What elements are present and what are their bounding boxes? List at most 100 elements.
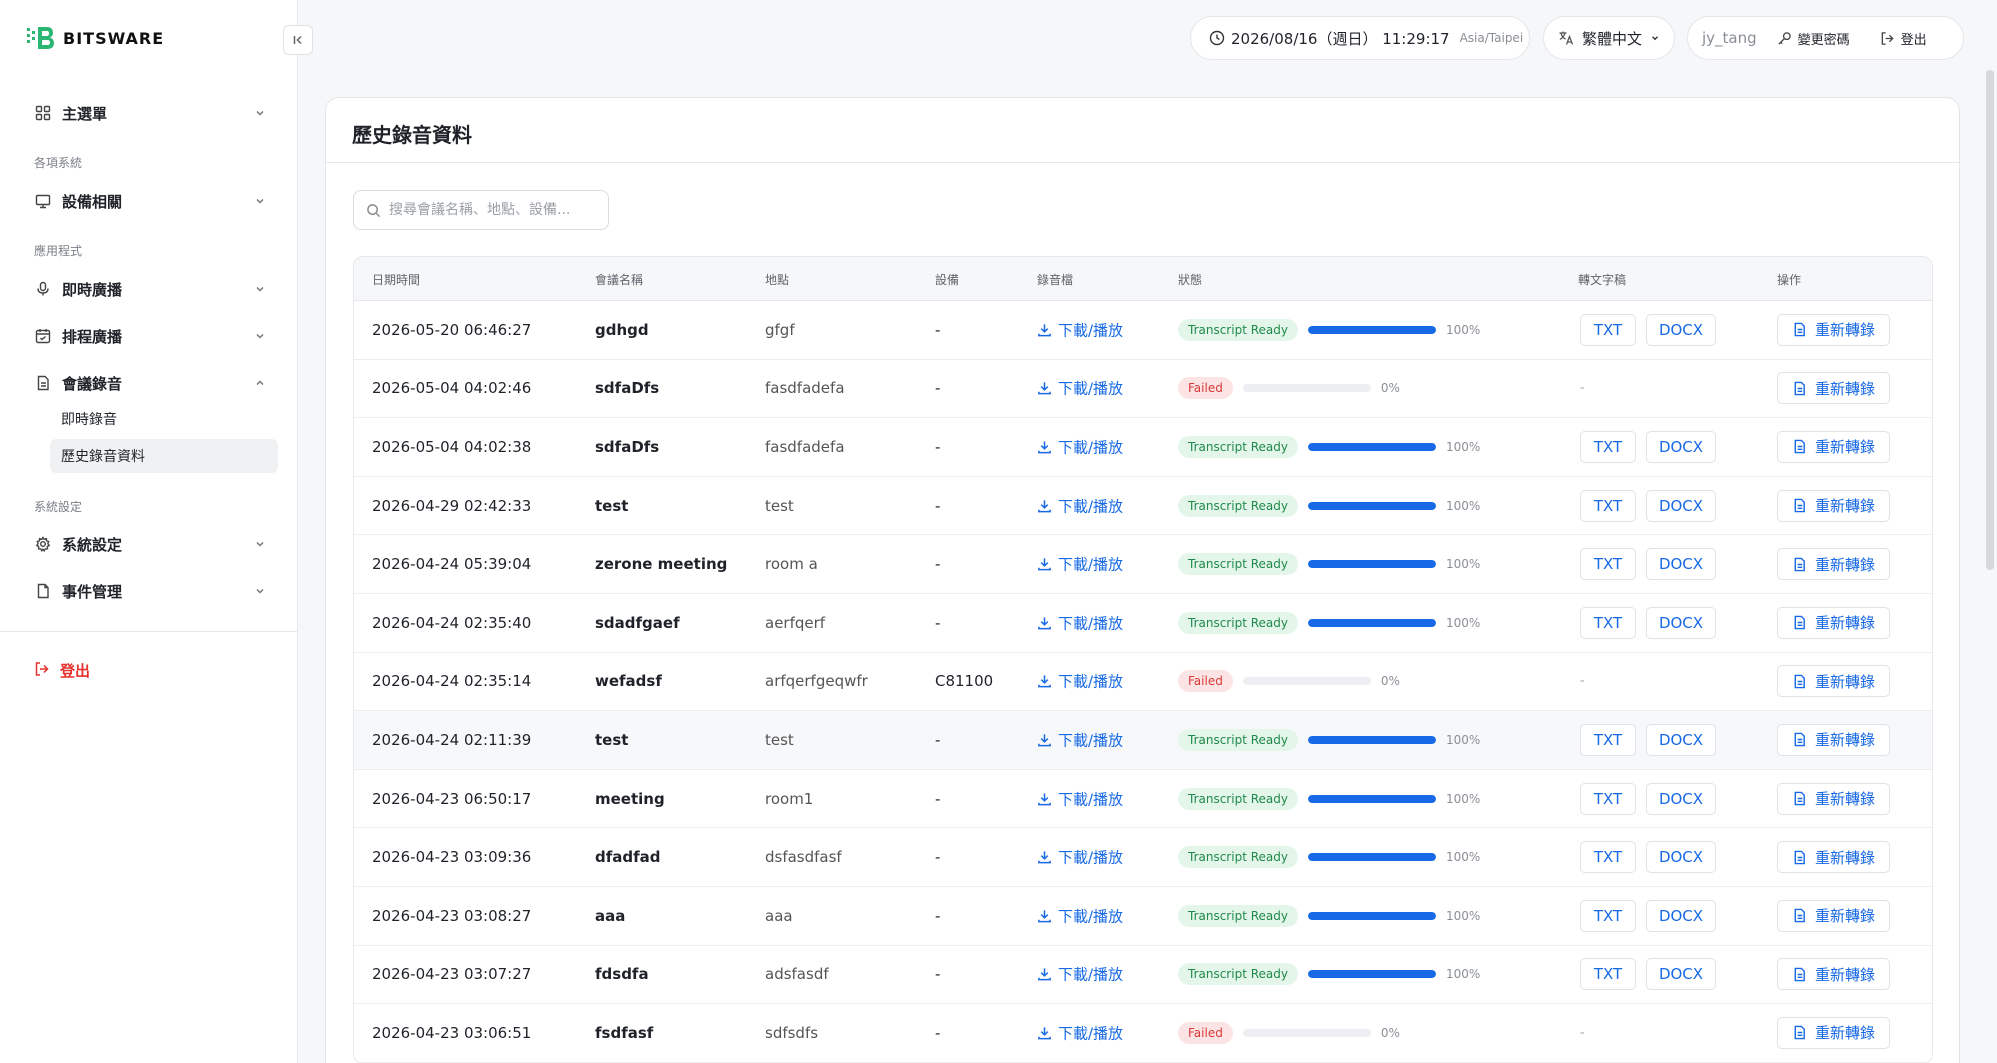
progress-percent: 0% bbox=[1380, 1025, 1400, 1040]
retranscribe-button[interactable]: 重新轉錄 bbox=[1777, 548, 1891, 581]
progress-percent: 100% bbox=[1445, 967, 1481, 982]
sidebar-item-event-management[interactable]: 事件管理 bbox=[22, 572, 278, 610]
docx-download-button[interactable]: DOCX bbox=[1646, 489, 1716, 522]
cell-datetime: 2026-04-24 02:11:39 bbox=[372, 730, 532, 749]
retranscribe-button[interactable]: 重新轉錄 bbox=[1777, 723, 1891, 756]
docx-download-button[interactable]: DOCX bbox=[1646, 958, 1716, 991]
txt-download-button[interactable]: TXT bbox=[1580, 723, 1636, 756]
txt-download-button[interactable]: TXT bbox=[1580, 430, 1636, 463]
document-icon bbox=[1794, 733, 1805, 747]
download-play-link[interactable]: 下載/播放 bbox=[1037, 436, 1123, 457]
cell-meeting-name: gdhgd bbox=[595, 320, 649, 339]
chevron-down-icon bbox=[254, 328, 266, 346]
transcript-cell: TXT DOCX bbox=[1580, 899, 1716, 932]
download-play-link[interactable]: 下載/播放 bbox=[1037, 964, 1123, 985]
download-play-link[interactable]: 下載/播放 bbox=[1037, 1022, 1123, 1043]
txt-download-button[interactable]: TXT bbox=[1580, 489, 1636, 522]
txt-download-button[interactable]: TXT bbox=[1580, 313, 1636, 346]
progress-fill bbox=[1307, 735, 1436, 744]
download-play-link[interactable]: 下載/播放 bbox=[1037, 905, 1123, 926]
sidebar-logout-button[interactable]: 登出 bbox=[34, 660, 90, 681]
docx-download-button[interactable]: DOCX bbox=[1646, 723, 1716, 756]
docx-download-button[interactable]: DOCX bbox=[1646, 841, 1716, 874]
retranscribe-button[interactable]: 重新轉錄 bbox=[1777, 372, 1891, 405]
txt-download-button[interactable]: TXT bbox=[1580, 782, 1636, 815]
download-play-link[interactable]: 下載/播放 bbox=[1037, 554, 1123, 575]
table-row: 2026-04-23 03:09:36 dfadfad dsfasdfasf - 下載/… bbox=[354, 828, 1932, 887]
download-play-link[interactable]: 下載/播放 bbox=[1037, 847, 1123, 868]
cell-datetime: 2026-04-29 02:42:33 bbox=[372, 496, 532, 515]
cell-location: gfgf bbox=[765, 320, 795, 339]
search-box bbox=[353, 190, 609, 230]
sidebar-item-devices[interactable]: 設備相關 bbox=[22, 182, 278, 220]
transcript-cell: TXT DOCX bbox=[1580, 489, 1716, 522]
txt-download-button[interactable]: TXT bbox=[1580, 958, 1636, 991]
datetime-display: 2026/08/16（週日） 11:29:17 Asia/Taipei bbox=[1190, 16, 1530, 60]
download-icon bbox=[1038, 617, 1051, 630]
brand-logo[interactable]: BITSWARE bbox=[27, 25, 164, 51]
download-play-link[interactable]: 下載/播放 bbox=[1037, 378, 1123, 399]
txt-download-button[interactable]: TXT bbox=[1580, 899, 1636, 932]
sidebar-item-system-settings[interactable]: 系統設定 bbox=[22, 525, 278, 563]
docx-download-button[interactable]: DOCX bbox=[1646, 782, 1716, 815]
progress-bar bbox=[1307, 560, 1436, 569]
docx-download-button[interactable]: DOCX bbox=[1646, 548, 1716, 581]
logout-label: 登出 bbox=[60, 662, 91, 680]
progress-fill bbox=[1307, 325, 1436, 334]
topbar-logout-button[interactable]: 登出 bbox=[1880, 29, 1927, 48]
sidebar-item-live-broadcast[interactable]: 即時廣播 bbox=[22, 270, 278, 308]
retranscribe-label: 重新轉錄 bbox=[1815, 438, 1876, 457]
docx-download-button[interactable]: DOCX bbox=[1646, 606, 1716, 639]
txt-download-button[interactable]: TXT bbox=[1580, 606, 1636, 639]
download-icon bbox=[1038, 851, 1051, 864]
sidebar-item-main-menu[interactable]: 主選單 bbox=[22, 94, 278, 132]
status-cell: Transcript Ready 100% bbox=[1178, 728, 1480, 751]
download-play-link[interactable]: 下載/播放 bbox=[1037, 612, 1123, 633]
language-selector[interactable]: 繁體中文 bbox=[1543, 16, 1675, 60]
progress-bar bbox=[1307, 853, 1436, 862]
retranscribe-button[interactable]: 重新轉錄 bbox=[1777, 489, 1891, 522]
download-play-link[interactable]: 下載/播放 bbox=[1037, 788, 1123, 809]
docx-download-button[interactable]: DOCX bbox=[1646, 430, 1716, 463]
search-input[interactable] bbox=[389, 202, 589, 218]
download-icon bbox=[1038, 324, 1051, 337]
retranscribe-button[interactable]: 重新轉錄 bbox=[1777, 958, 1891, 991]
chevron-down-icon bbox=[1652, 36, 1658, 41]
retranscribe-button[interactable]: 重新轉錄 bbox=[1777, 606, 1891, 639]
page-scrollbar[interactable] bbox=[1986, 70, 1994, 570]
status-cell: Transcript Ready 100% bbox=[1178, 963, 1481, 986]
docx-download-button[interactable]: DOCX bbox=[1646, 899, 1716, 932]
logout-icon bbox=[34, 661, 50, 681]
change-password-button[interactable]: 變更密碼 bbox=[1777, 29, 1850, 48]
sidebar-subitem-live-recording[interactable]: 即時錄音 bbox=[50, 402, 278, 436]
download-play-link[interactable]: 下載/播放 bbox=[1037, 319, 1123, 340]
download-play-label: 下載/播放 bbox=[1058, 379, 1124, 398]
logout-label: 登出 bbox=[1900, 32, 1927, 48]
cell-location: dsfasdfasf bbox=[765, 848, 842, 867]
status-cell: Transcript Ready 100% bbox=[1178, 553, 1480, 576]
cell-device: - bbox=[935, 1023, 941, 1042]
download-play-link[interactable]: 下載/播放 bbox=[1037, 671, 1123, 692]
retranscribe-button[interactable]: 重新轉錄 bbox=[1777, 899, 1891, 932]
retranscribe-button[interactable]: 重新轉錄 bbox=[1777, 430, 1891, 463]
txt-download-button[interactable]: TXT bbox=[1580, 548, 1636, 581]
table-row: 2026-04-24 02:35:14 wefadsf arfqerfgeqwfr C… bbox=[354, 653, 1932, 712]
sidebar-collapse-button[interactable] bbox=[283, 25, 313, 55]
sidebar-subitem-history[interactable]: 歷史錄音資料 bbox=[50, 439, 278, 473]
sidebar-item-meeting-recording[interactable]: 會議錄音 bbox=[22, 364, 278, 402]
recordings-table: 日期時間 會議名稱 地點 設備 錄音檔 狀態 轉文字稿 操作 2026-05-2… bbox=[353, 256, 1933, 1063]
txt-download-button[interactable]: TXT bbox=[1580, 841, 1636, 874]
cell-meeting-name: zerone meeting bbox=[595, 555, 728, 574]
cell-device: C81100 bbox=[935, 672, 994, 691]
sidebar-item-scheduled-broadcast[interactable]: 排程廣播 bbox=[22, 317, 278, 355]
retranscribe-button[interactable]: 重新轉錄 bbox=[1777, 841, 1891, 874]
chevron-down-icon bbox=[254, 105, 266, 123]
download-play-link[interactable]: 下載/播放 bbox=[1037, 495, 1123, 516]
download-play-link[interactable]: 下載/播放 bbox=[1037, 729, 1123, 750]
retranscribe-button[interactable]: 重新轉錄 bbox=[1777, 1016, 1891, 1049]
retranscribe-button[interactable]: 重新轉錄 bbox=[1777, 665, 1891, 698]
retranscribe-button[interactable]: 重新轉錄 bbox=[1777, 782, 1891, 815]
retranscribe-button[interactable]: 重新轉錄 bbox=[1777, 313, 1891, 346]
docx-download-button[interactable]: DOCX bbox=[1646, 313, 1716, 346]
progress-fill bbox=[1307, 911, 1436, 920]
